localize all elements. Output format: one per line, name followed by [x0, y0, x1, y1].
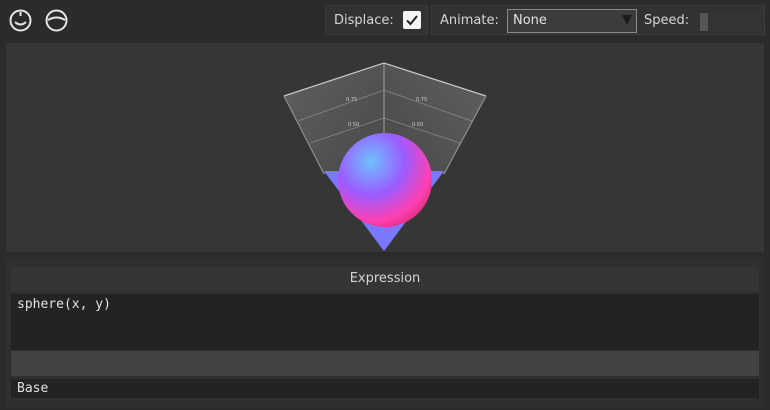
base-label: Base: [17, 381, 49, 396]
sphere-icon[interactable]: [9, 9, 32, 32]
dropdown-arrow-icon: [622, 15, 632, 25]
tick-label: 0.75: [346, 97, 357, 103]
expression-text[interactable]: sphere(x, y): [17, 297, 111, 312]
animate-group: Animate: None Speed:: [431, 5, 765, 35]
tick-label: 0.50: [348, 122, 359, 128]
displace-label: Displace:: [334, 13, 394, 28]
expression-editor[interactable]: sphere(x, y): [11, 294, 759, 350]
speed-slider-track[interactable]: [700, 13, 762, 31]
animate-label: Animate:: [440, 13, 499, 28]
check-icon: [406, 15, 418, 26]
editor-scrollbar[interactable]: [11, 351, 759, 376]
displace-checkbox[interactable]: [403, 11, 421, 29]
displace-group: Displace:: [325, 5, 428, 35]
sphere-shade-icon[interactable]: [45, 9, 68, 32]
scene-render: 0.75 0.75 0.50 0.50: [283, 62, 487, 251]
expression-header: Expression: [11, 267, 759, 291]
tick-label: 0.75: [416, 97, 427, 103]
animate-select[interactable]: None: [507, 9, 637, 33]
viewport[interactable]: 0.75 0.75 0.50 0.50: [6, 43, 764, 252]
speed-slider-thumb[interactable]: [700, 13, 708, 31]
sphere: [338, 133, 432, 227]
expression-panel: Expression sphere(x, y) Base: [6, 259, 764, 407]
tick-label: 0.50: [412, 122, 423, 128]
base-row[interactable]: Base: [11, 379, 759, 398]
animate-select-value: None: [513, 13, 547, 28]
speed-label: Speed:: [644, 13, 690, 28]
toolbar: Displace: Animate: None Speed:: [0, 0, 770, 40]
